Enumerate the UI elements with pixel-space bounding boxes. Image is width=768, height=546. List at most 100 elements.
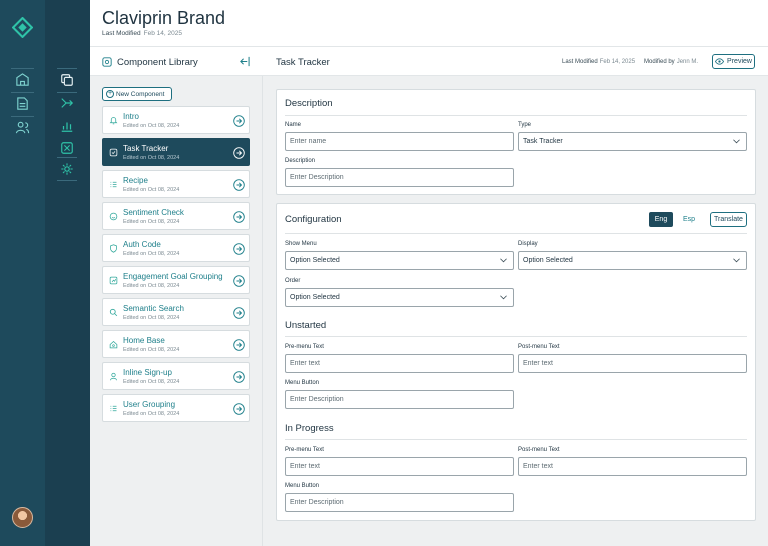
last-modified-value: Feb 14, 2025 — [143, 30, 182, 37]
library-item-name: Intro — [123, 112, 140, 121]
library-item-name: User Grouping — [123, 400, 176, 409]
last-modified-label: Last Modified — [102, 30, 141, 37]
arrow-right-circle-icon[interactable] — [233, 179, 245, 191]
type-select[interactable]: Task Tracker — [518, 132, 747, 151]
in-progress-pre-menu-label: Pre-menu Text — [285, 447, 324, 453]
configuration-card: Configuration Eng Esp Translate Show Men… — [276, 203, 756, 521]
show-menu-select[interactable]: Option Selected — [285, 251, 514, 270]
library-item[interactable]: Inline Sign-up Edited on Oct 08, 2024 — [102, 362, 250, 390]
document-icon[interactable] — [15, 96, 30, 111]
divider — [285, 233, 747, 234]
component-title: Task Tracker — [276, 57, 330, 68]
in-progress-post-menu-label: Post-menu Text — [518, 447, 560, 453]
arrow-right-circle-icon[interactable] — [233, 115, 245, 127]
library-item-name: Task Tracker — [123, 144, 169, 153]
library-item-edited: Edited on Oct 08, 2024 — [123, 123, 180, 129]
chevron-down-icon — [500, 258, 507, 263]
library-item[interactable]: Semantic Search Edited on Oct 08, 2024 — [102, 298, 250, 326]
library-item[interactable]: Recipe Edited on Oct 08, 2024 — [102, 170, 250, 198]
unstarted-pre-menu-field[interactable]: Enter text — [285, 354, 514, 373]
main-last-modified-value: Feb 14, 2025 — [599, 59, 636, 65]
arrow-right-circle-icon[interactable] — [233, 307, 245, 319]
library-item-name: Inline Sign-up — [123, 368, 172, 377]
eye-icon — [715, 58, 725, 65]
lang-eng-button[interactable]: Eng — [649, 212, 673, 227]
main-header: Task Tracker Last Modified Feb 14, 2025 M… — [263, 47, 768, 76]
bar-chart-icon[interactable] — [60, 119, 74, 133]
arrow-right-circle-icon[interactable] — [233, 403, 245, 415]
rail-divider — [11, 92, 34, 93]
library-item-edited: Edited on Oct 08, 2024 — [123, 411, 180, 417]
divider — [285, 115, 747, 116]
show-menu-value: Option Selected — [290, 257, 340, 264]
library-item-name: Sentiment Check — [123, 208, 184, 217]
copy-icon[interactable] — [60, 73, 74, 87]
library-item[interactable]: Task Tracker Edited on Oct 08, 2024 — [102, 138, 250, 166]
library-item[interactable]: Intro Edited on Oct 08, 2024 — [102, 106, 250, 134]
arrow-right-circle-icon[interactable] — [233, 211, 245, 223]
main-panel: Task Tracker Last Modified Feb 14, 2025 M… — [263, 47, 768, 546]
order-label: Order — [285, 278, 301, 284]
configuration-card-title: Configuration — [285, 214, 342, 225]
description-card: Description Name Enter name Type Task Tr… — [276, 89, 756, 195]
description-field[interactable]: Enter Description — [285, 168, 514, 187]
building-icon[interactable] — [15, 72, 30, 87]
in-progress-post-menu-field[interactable]: Enter text — [518, 457, 747, 476]
collapse-panel-icon[interactable] — [239, 56, 250, 67]
bell-icon — [109, 117, 118, 125]
flow-icon[interactable] — [60, 96, 74, 110]
display-label: Display — [518, 241, 538, 247]
user-icon — [110, 372, 117, 381]
last-modified: Last Modified Feb 14, 2025 — [102, 30, 182, 37]
arrow-right-circle-icon[interactable] — [233, 339, 245, 351]
library-item-edited: Edited on Oct 08, 2024 — [123, 379, 180, 385]
settings-icon[interactable] — [60, 162, 74, 176]
users-icon[interactable] — [15, 120, 30, 135]
plus-icon: + — [106, 90, 114, 98]
modified-by-label: Modified by — [644, 59, 675, 65]
library-item[interactable]: User Grouping Edited on Oct 08, 2024 — [102, 394, 250, 422]
rail-divider — [11, 116, 34, 117]
arrow-right-circle-icon[interactable] — [233, 243, 245, 255]
new-component-label: New Component — [116, 90, 165, 98]
show-menu-label: Show Menu — [285, 241, 317, 247]
order-select[interactable]: Option Selected — [285, 288, 514, 307]
library-item-edited: Edited on Oct 08, 2024 — [123, 347, 180, 353]
library-item-edited: Edited on Oct 08, 2024 — [123, 283, 180, 289]
translate-button[interactable]: Translate — [710, 212, 747, 227]
unstarted-menu-button-field[interactable]: Enter Description — [285, 390, 514, 409]
main-last-modified-label: Last Modified — [562, 59, 598, 65]
arrow-right-circle-icon[interactable] — [233, 275, 245, 287]
chart-icon — [109, 276, 118, 285]
in-progress-menu-button-label: Menu Button — [285, 483, 320, 489]
library-item[interactable]: Engagement Goal Grouping Edited on Oct 08… — [102, 266, 250, 294]
name-field[interactable]: Enter name — [285, 132, 514, 151]
arrow-right-circle-icon[interactable] — [233, 147, 245, 159]
in-progress-title: In Progress — [285, 423, 334, 434]
display-value: Option Selected — [523, 257, 573, 264]
library-item[interactable]: Home Base Edited on Oct 08, 2024 — [102, 330, 250, 358]
lang-esp-button[interactable]: Esp — [677, 212, 701, 227]
logo-icon[interactable] — [12, 17, 33, 38]
component-library-header: Component Library — [90, 47, 263, 76]
display-select[interactable]: Option Selected — [518, 251, 747, 270]
page-header: Claviprin Brand Last Modified Feb 14, 202… — [90, 0, 768, 47]
library-item-edited: Edited on Oct 08, 2024 — [123, 219, 180, 225]
library-item-edited: Edited on Oct 08, 2024 — [123, 187, 180, 193]
preview-button[interactable]: Preview — [712, 54, 755, 69]
arrow-right-circle-icon[interactable] — [233, 371, 245, 383]
component-icon[interactable] — [60, 141, 74, 155]
rail-divider — [57, 92, 77, 93]
in-progress-pre-menu-field[interactable]: Enter text — [285, 457, 514, 476]
library-item[interactable]: Sentiment Check Edited on Oct 08, 2024 — [102, 202, 250, 230]
page-title: Claviprin Brand — [102, 8, 226, 28]
new-component-button[interactable]: + New Component — [102, 87, 172, 101]
divider — [285, 439, 747, 440]
in-progress-menu-button-field[interactable]: Enter Description — [285, 493, 514, 512]
unstarted-post-menu-field[interactable]: Enter text — [518, 354, 747, 373]
library-item[interactable]: Auth Code Edited on Oct 08, 2024 — [102, 234, 250, 262]
chevron-down-icon — [733, 139, 740, 144]
chevron-down-icon — [500, 295, 507, 300]
order-value: Option Selected — [290, 294, 340, 301]
avatar[interactable] — [12, 507, 33, 528]
